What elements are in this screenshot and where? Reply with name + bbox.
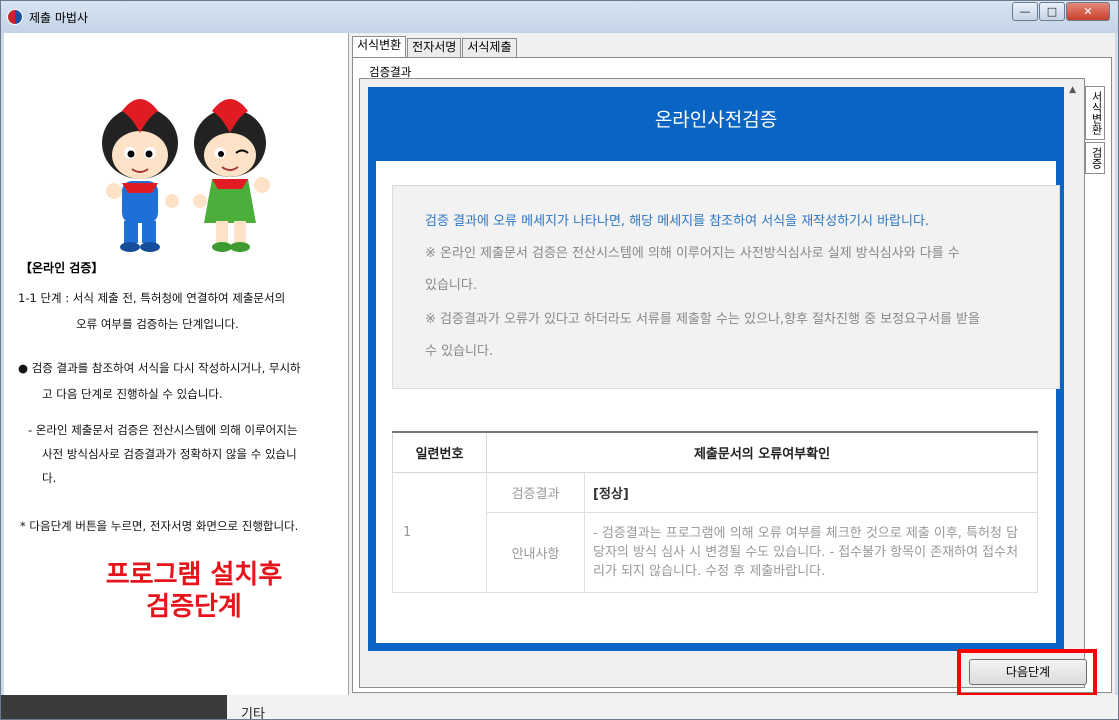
result-frame: 온라인사전검증 검증 결과에 오류 메세지가 나타나면, 해당 메세지를 참조하…: [359, 78, 1085, 688]
info-step-line1: 1-1 단계 : 서식 제출 전, 특허청에 연결하여 제출문서의: [18, 291, 286, 305]
table-row: 1 검증결과 [정상]: [392, 471, 1038, 593]
col-check-header: 제출문서의 오류여부확인: [486, 431, 1038, 473]
info-bullet-line1: ● 검증 결과를 참조하여 서식을 다시 작성하시거나, 무시하: [18, 361, 301, 375]
side-tab-form-convert[interactable]: 서식변환: [1085, 86, 1105, 140]
tab-content-area: 검증결과 온라인사전검증 검증 결과에 오류 메세지가 나타나면, 해당 메세지…: [352, 57, 1112, 693]
tab-e-signature[interactable]: 전자서명: [407, 38, 462, 57]
mascot-illustration: [102, 99, 270, 252]
info-next-hint: * 다음단계 버튼을 누르면, 전자서명 화면으로 진행합니다.: [20, 519, 299, 533]
result-label-cell: 검증결과: [486, 471, 585, 513]
info-note-line1: - 온라인 제출문서 검증은 전산시스템에 의해 이루어지는: [28, 423, 298, 437]
panel-title: 온라인사전검증: [654, 109, 778, 131]
verify-result-table: 일련번호 제출문서의 오류여부확인 1 검증결과 [정상] 안내사항 - 검증결…: [392, 431, 1038, 593]
info-bullet-line2: 고 다음 단계로 진행하실 수 있습니다.: [42, 387, 223, 401]
guide-value-cell: - 검증결과는 프로그램에 의해 오류 여부를 체크한 것으로 제출 이후, 특…: [584, 511, 1038, 593]
taegeuk-logo-icon: [7, 9, 23, 25]
info-note-line2: 사전 방식심사로 검증결과가 정확하지 않을 수 있습니: [42, 447, 297, 461]
scroll-up-arrow-icon[interactable]: ▲: [1069, 85, 1076, 95]
notice-item1-line2: 있습니다.: [425, 278, 477, 293]
title-bar[interactable]: 제출 마법사 — □ ✕: [1, 1, 1118, 33]
minimize-button[interactable]: —: [1012, 2, 1038, 21]
online-verify-heading: 【온라인 검증】: [20, 261, 104, 275]
close-button[interactable]: ✕: [1066, 2, 1110, 21]
wizard-content: 【온라인 검증】 1-1 단계 : 서식 제출 전, 특허청에 연결하여 제출문…: [4, 33, 1115, 697]
row-serial: 1: [392, 471, 487, 593]
annotation-line2: 검증단계: [146, 592, 242, 622]
result-value-cell: [정상]: [584, 471, 1038, 513]
panel-body: 검증 결과에 오류 메세지가 나타나면, 해당 메세지를 참조하여 서식을 재작…: [376, 161, 1060, 643]
side-tabs: 서식변환 검증: [1085, 86, 1107, 176]
table-row: 안내사항 - 검증결과는 프로그램에 의해 오류 여부를 체크한 것으로 제출 …: [393, 511, 1038, 593]
online-verify-panel: 온라인사전검증 검증 결과에 오류 메세지가 나타나면, 해당 메세지를 참조하…: [368, 87, 1064, 651]
side-tab-verify[interactable]: 검증: [1085, 142, 1105, 174]
annotation-line1: 프로그램 설치후: [105, 560, 283, 590]
maximize-button[interactable]: □: [1039, 2, 1065, 21]
notice-item1-line1: ※ 온라인 제출문서 검증은 전산시스템에 의해 이루어지는 사전방식심사로 실…: [425, 246, 960, 261]
notice-box: 검증 결과에 오류 메세지가 나타나면, 해당 메세지를 참조하여 서식을 재작…: [392, 185, 1060, 389]
annotation-text: 프로그램 설치후 검증단계: [64, 559, 324, 623]
highlight-box: [957, 649, 1097, 697]
background-label: 기타: [241, 707, 265, 720]
notice-item2-line2: 수 있습니다.: [425, 344, 494, 359]
top-tabs: 서식변환 전자서명 서식제출: [352, 36, 518, 57]
tab-form-convert[interactable]: 서식변환: [352, 36, 407, 57]
info-note-line3: 다.: [42, 471, 57, 485]
tab-form-submit[interactable]: 서식제출: [462, 38, 517, 57]
window-title: 제출 마법사: [29, 11, 89, 25]
guide-label-cell: 안내사항: [486, 511, 585, 593]
info-step-line2: 오류 여부를 검증하는 단계입니다.: [76, 317, 239, 331]
left-info-panel: 【온라인 검증】 1-1 단계 : 서식 제출 전, 특허청에 연결하여 제출문…: [4, 33, 349, 695]
notice-item2-line1: ※ 검증결과가 오류가 있다고 하더라도 서류를 제출할 수는 있으나,향후 절…: [425, 312, 980, 327]
submit-wizard-window: 제출 마법사 — □ ✕ 【온라인 검증】 1-1 단계: 서식 제출 전, …: [0, 0, 1119, 720]
background-window-strip: 기타: [1, 695, 1118, 720]
col-serial-header: 일련번호: [392, 431, 487, 473]
notice-main: 검증 결과에 오류 메세지가 나타나면, 해당 메세지를 참조하여 서식을 재작…: [425, 214, 930, 229]
